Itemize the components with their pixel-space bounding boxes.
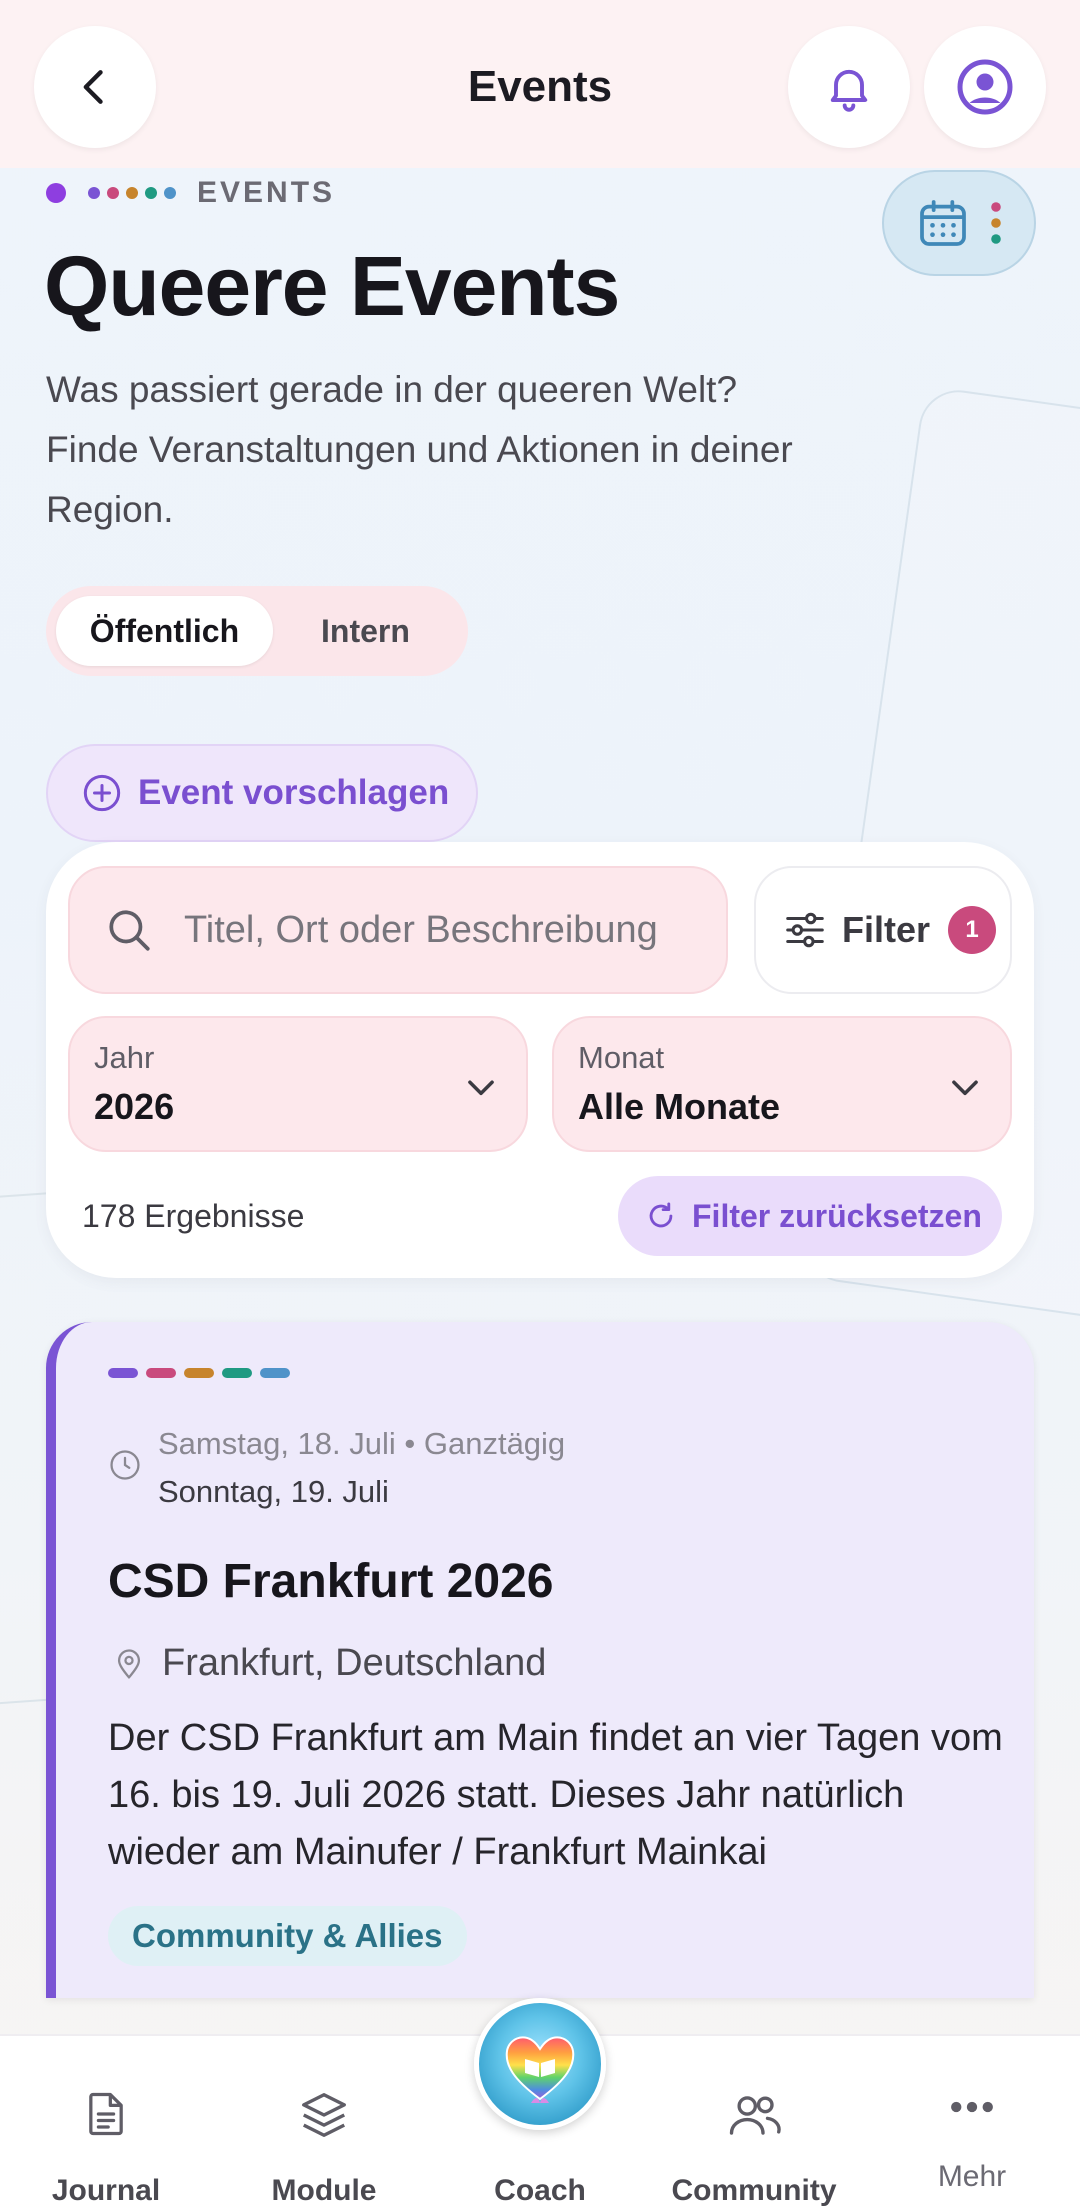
people-icon	[729, 2096, 781, 2135]
nav-label: Mehr	[937, 2160, 1007, 2193]
tab-public[interactable]: Öffentlich	[56, 596, 273, 666]
header-title: Events	[467, 62, 613, 111]
color-stripe	[108, 1368, 138, 1378]
month-label: Monat	[578, 1040, 665, 1075]
chevron-down-icon	[952, 1080, 978, 1096]
eyebrow-dot	[145, 187, 157, 199]
search-box[interactable]	[68, 866, 728, 994]
visibility-toggle: Öffentlich Intern	[46, 586, 468, 676]
bell-icon	[830, 69, 868, 112]
clock-icon	[110, 1450, 140, 1480]
event-date: Samstag, 18. Juli • Ganztägig Sonntag, 1…	[108, 1426, 565, 1510]
document-icon	[89, 2092, 123, 2136]
eyebrow-dot	[46, 183, 66, 203]
profile-button[interactable]	[924, 26, 1046, 148]
eyebrow-dot	[107, 187, 119, 199]
nav-label: Module	[271, 2174, 377, 2207]
event-date-start: Samstag, 18. Juli • Ganztägig	[158, 1426, 566, 1461]
more-vertical-icon	[991, 202, 1001, 244]
color-stripes	[108, 1368, 298, 1378]
search-icon	[109, 910, 150, 951]
coach-avatar[interactable]	[474, 1998, 606, 2130]
event-title: CSD Frankfurt 2026	[108, 1555, 554, 1608]
calendar-button[interactable]	[882, 170, 1036, 276]
nav-label: Journal	[51, 2174, 161, 2207]
map-pin-icon	[117, 1648, 141, 1679]
page-subtitle: Was passiert gerade in der queeren Welt?…	[46, 369, 793, 530]
filter-button[interactable]: Filter 1	[754, 866, 1012, 994]
filter-panel: Filter 1 Jahr 2026 Monat Alle Monate 178…	[46, 842, 1034, 1278]
suggest-event-button[interactable]: Event vorschlagen	[46, 744, 478, 842]
more-dots-icon	[951, 2101, 993, 2113]
reset-filters-label: Filter zurücksetzen	[692, 1197, 982, 1234]
color-stripe	[184, 1368, 214, 1378]
event-description: Der CSD Frankfurt am Main findet an vier…	[108, 1717, 1003, 1873]
eyebrow-dot	[126, 187, 138, 199]
year-value: 2026	[94, 1086, 175, 1127]
nav-label: Community	[671, 2174, 837, 2207]
sliders-icon	[786, 912, 824, 948]
eyebrow-label: EVENTS	[197, 176, 336, 209]
nav-label: Coach	[494, 2174, 586, 2207]
page-title: Queere Events	[44, 239, 620, 333]
refresh-icon	[649, 1202, 673, 1228]
event-tag[interactable]: Community & Allies	[108, 1906, 467, 1966]
app-header: Events	[0, 0, 1080, 168]
plus-circle-icon	[83, 774, 121, 812]
suggest-event-label: Event vorschlagen	[138, 773, 450, 812]
eyebrow-dot	[88, 187, 100, 199]
year-select[interactable]: Jahr 2026	[68, 1016, 528, 1152]
eyebrow-dot	[164, 187, 176, 199]
filter-label: Filter	[842, 909, 931, 950]
tab-internal[interactable]: Intern	[273, 596, 458, 666]
color-stripe	[222, 1368, 252, 1378]
color-stripe	[146, 1368, 176, 1378]
results-count: 178 Ergebnisse	[82, 1198, 305, 1234]
event-location: Frankfurt, Deutschland	[112, 1642, 546, 1685]
user-circle-icon	[957, 59, 1013, 115]
month-select[interactable]: Monat Alle Monate	[552, 1016, 1012, 1152]
month-value: Alle Monate	[578, 1086, 781, 1127]
calendar-icon	[920, 200, 966, 246]
layers-icon	[302, 2093, 346, 2137]
rainbow-heart-book-icon	[505, 2036, 575, 2103]
event-location-text: Frankfurt, Deutschland	[162, 1642, 547, 1684]
chevron-down-icon	[468, 1080, 494, 1096]
color-stripe	[260, 1368, 290, 1378]
reset-filters-button[interactable]: Filter zurücksetzen	[618, 1176, 1002, 1256]
search-input[interactable]	[184, 908, 704, 952]
event-date-end: Sonntag, 19. Juli	[158, 1474, 389, 1509]
year-label: Jahr	[94, 1040, 155, 1075]
notifications-button[interactable]	[788, 26, 910, 148]
eyebrow: EVENTS	[46, 176, 335, 210]
event-card[interactable]: Samstag, 18. Juli • Ganztägig Sonntag, 1…	[46, 1322, 1034, 1998]
filter-count-badge: 1	[948, 906, 997, 954]
